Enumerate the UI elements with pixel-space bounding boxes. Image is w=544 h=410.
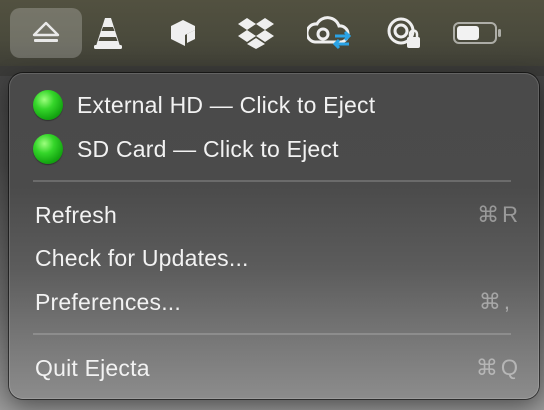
menu-item-refresh[interactable]: Refresh ⌘R (21, 195, 527, 235)
creative-cloud-sync-icon (307, 16, 352, 50)
menu-item-check-for-updates[interactable]: Check for Updates... (21, 238, 527, 278)
drive-status-dot-icon (33, 90, 63, 120)
menu-item-label: SD Card — Click to Eject (77, 135, 339, 162)
menu-separator (33, 180, 511, 182)
menu-item-label: Quit Ejecta (35, 354, 150, 381)
menu-item-label: Preferences... (35, 288, 181, 315)
keyboard-shortcut: ⌘, (478, 289, 513, 314)
ejecta-dropdown-menu: External HD — Click to Eject SD Card — C… (9, 73, 539, 399)
menu-item-eject-sd-card[interactable]: SD Card — Click to Eject (21, 129, 527, 169)
lock-status-icon (387, 17, 420, 48)
menu-separator (33, 333, 511, 335)
cube-app-menu-extra[interactable] (146, 8, 218, 58)
battery-icon (453, 22, 501, 44)
lock-status-menu-extra[interactable] (368, 8, 440, 58)
menu-item-label: External HD — Click to Eject (77, 91, 376, 118)
menu-bar (0, 0, 544, 66)
dropbox-menu-extra[interactable] (220, 8, 292, 58)
creative-cloud-menu-extra[interactable] (294, 8, 366, 58)
menu-item-quit[interactable]: Quit Ejecta ⌘Q (21, 348, 527, 388)
dropbox-icon (238, 18, 274, 49)
eject-icon (32, 21, 60, 42)
vlc-menu-extra[interactable] (72, 8, 144, 58)
keyboard-shortcut: ⌘Q (475, 355, 521, 380)
battery-menu-extra[interactable] (442, 8, 514, 58)
menu-item-label: Check for Updates... (35, 244, 249, 271)
menu-item-preferences[interactable]: Preferences... ⌘, (21, 282, 527, 322)
app-cube-icon (171, 20, 195, 46)
menu-item-eject-external-hd[interactable]: External HD — Click to Eject (21, 85, 527, 125)
drive-status-dot-icon (33, 134, 63, 164)
vlc-cone-icon (94, 18, 122, 49)
keyboard-shortcut: ⌘R (477, 202, 521, 227)
menu-item-label: Refresh (35, 201, 117, 228)
